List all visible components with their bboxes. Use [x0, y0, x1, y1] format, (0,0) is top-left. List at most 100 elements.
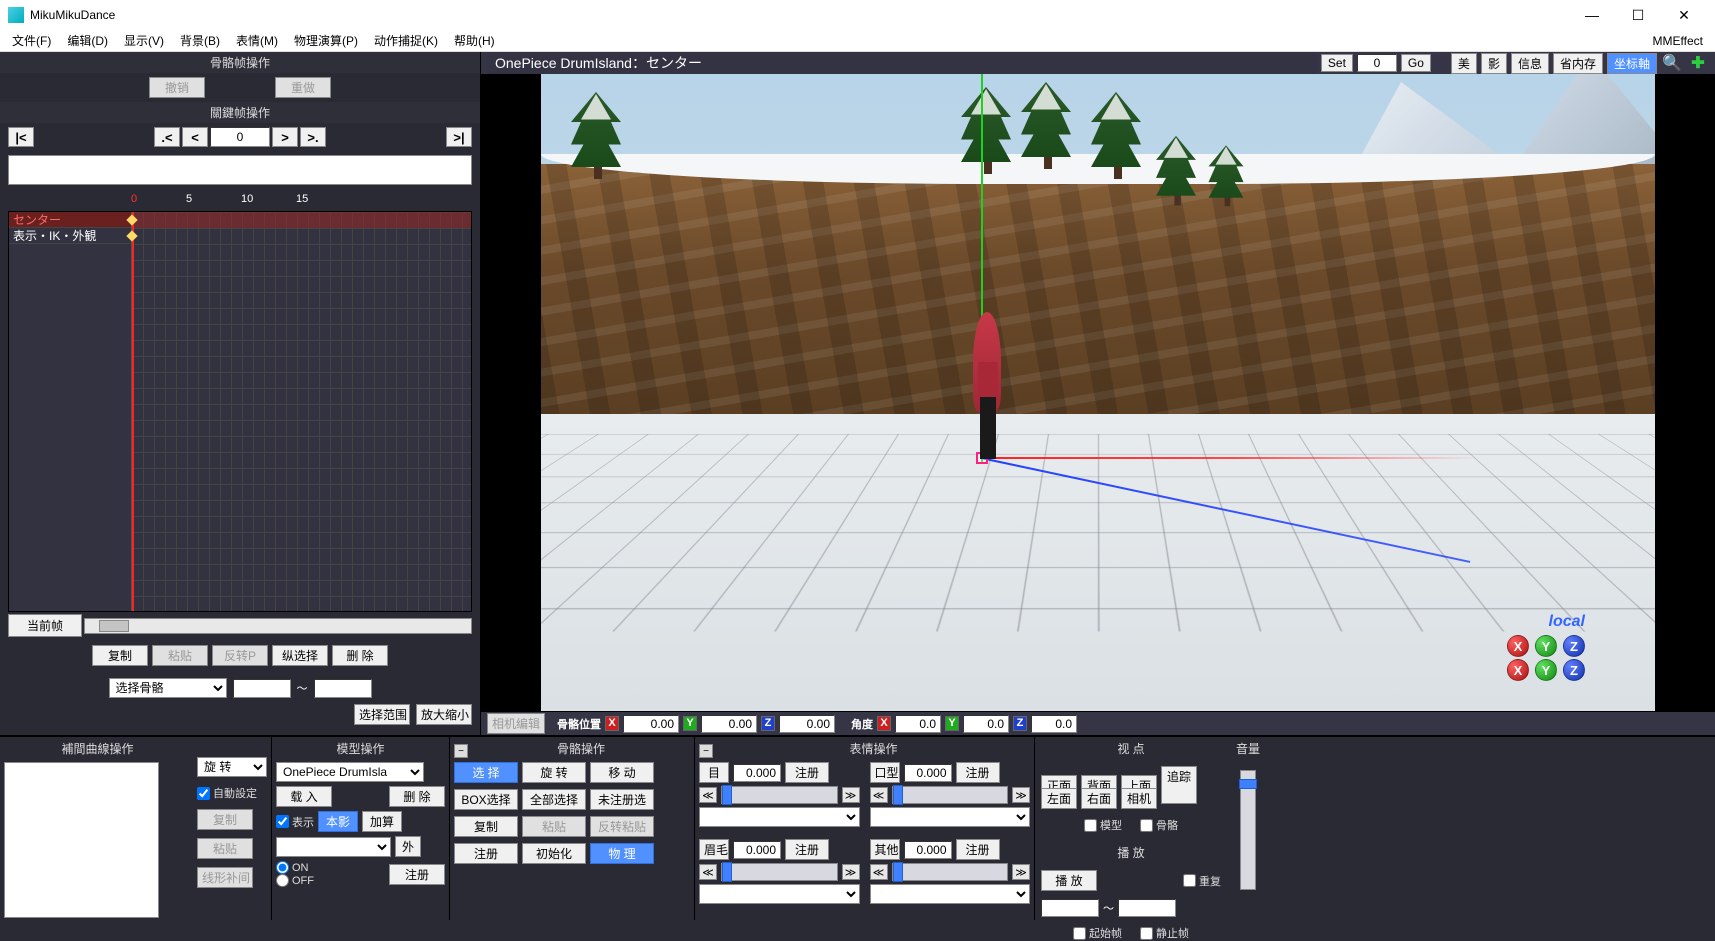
menu-expression[interactable]: 表情(M) [228, 30, 286, 51]
menu-edit[interactable]: 编辑(D) [59, 30, 116, 51]
curve-linear-button[interactable]: 线形补间 [197, 867, 253, 888]
pos-y-field[interactable]: 0.00 [701, 715, 757, 733]
menu-file[interactable]: 文件(F) [4, 30, 59, 51]
view-bone-checkbox[interactable]: 骨骼 [1140, 817, 1178, 833]
menu-display[interactable]: 显示(V) [116, 30, 172, 51]
expr-other-value[interactable]: 0.000 [904, 841, 952, 859]
bone-register-button[interactable]: 注册 [454, 843, 518, 864]
frame-colselect-button[interactable]: 纵选择 [272, 645, 328, 666]
curve-axis-dropdown[interactable]: 旋 转 [197, 757, 267, 777]
range-to-input[interactable] [314, 679, 372, 698]
curve-copy-button[interactable]: 复制 [197, 809, 253, 830]
zoom-button[interactable]: 放大缩小 [416, 704, 472, 725]
magnifier-icon[interactable]: 🔍 [1661, 53, 1683, 73]
expr-eye-button[interactable]: 目 [699, 762, 729, 783]
bone-move-button[interactable]: 移 动 [590, 762, 654, 783]
view-camera-button[interactable]: 相机 [1121, 788, 1157, 809]
view-right-button[interactable]: 右面 [1081, 788, 1117, 809]
redo-button[interactable]: 重做 [275, 77, 331, 98]
info-button[interactable]: 信息 [1511, 53, 1549, 74]
model-delete-button[interactable]: 删 除 [389, 786, 445, 807]
expr-other-slider[interactable] [892, 863, 1009, 881]
expr-mouth-slider[interactable] [892, 786, 1009, 804]
set-value[interactable]: 0 [1357, 54, 1397, 72]
play-button[interactable]: 播 放 [1041, 870, 1097, 891]
expr-brow-dropdown[interactable] [699, 884, 860, 904]
frame-copy-button[interactable]: 复制 [92, 645, 148, 666]
frame-input[interactable] [210, 127, 270, 147]
model-register-button[interactable]: 注册 [389, 864, 445, 885]
bone-box-button[interactable]: BOX选择 [454, 789, 518, 810]
model-show-checkbox[interactable]: 表示 [276, 814, 314, 830]
set-button[interactable]: Set [1321, 54, 1353, 72]
play-to-input[interactable] [1118, 899, 1176, 917]
menu-help[interactable]: 帮助(H) [446, 30, 503, 51]
slider-next-icon[interactable]: ≫ [842, 787, 860, 803]
collapse-icon[interactable]: − [699, 744, 713, 758]
expr-brow-value[interactable]: 0.000 [733, 841, 781, 859]
axis-move-z[interactable]: Z [1563, 659, 1585, 681]
axis-rot-y[interactable]: Y [1535, 635, 1557, 657]
expr-brow-slider[interactable] [721, 863, 838, 881]
frame-delete-button[interactable]: 删 除 [332, 645, 388, 666]
character-model[interactable] [968, 312, 1008, 462]
plus-icon[interactable]: ✚ [1687, 53, 1709, 73]
bone-physics-button[interactable]: 物 理 [590, 843, 654, 864]
axis-move-y[interactable]: Y [1535, 659, 1557, 681]
expr-mouth-dropdown[interactable] [870, 807, 1031, 827]
expr-other-button[interactable]: 其他 [870, 839, 900, 860]
frame-paste-button[interactable]: 粘贴 [152, 645, 208, 666]
frame-next-button[interactable]: > [272, 127, 298, 147]
frame-last-button[interactable]: >| [446, 127, 472, 147]
frame-next-key-button[interactable]: >. [300, 127, 326, 147]
expr-mouth-value[interactable]: 0.000 [904, 764, 952, 782]
frame-first-button[interactable]: |< [8, 127, 34, 147]
bone-init-button[interactable]: 初始化 [522, 843, 586, 864]
expr-brow-register[interactable]: 注册 [785, 839, 829, 860]
model-off-radio[interactable]: OFF [276, 874, 314, 887]
expr-eye-register[interactable]: 注册 [785, 762, 829, 783]
play-from-checkbox[interactable]: 起始帧 [1073, 925, 1122, 941]
ang-z-field[interactable]: 0.0 [1031, 715, 1077, 733]
axis-rot-x[interactable]: X [1507, 635, 1529, 657]
bone-unreg-button[interactable]: 未注册选 [590, 789, 654, 810]
model-outer-button[interactable]: 外 [395, 836, 421, 857]
expr-mouth-button[interactable]: 口型 [870, 762, 900, 783]
model-sub-dropdown[interactable] [276, 837, 391, 857]
bone-select-button[interactable]: 选 择 [454, 762, 518, 783]
viewport[interactable]: OnePiece DrumIsland：センター Set 0 Go 美 影 信息… [481, 52, 1715, 735]
close-button[interactable]: ✕ [1661, 0, 1707, 30]
ang-x-field[interactable]: 0.0 [895, 715, 941, 733]
curve-paste-button[interactable]: 粘贴 [197, 838, 253, 859]
track-row[interactable]: 表示・IK・外観 [9, 228, 131, 244]
maximize-button[interactable]: ☐ [1615, 0, 1661, 30]
menu-mmeffect[interactable]: MMEffect [1645, 32, 1711, 50]
bone-copy-button[interactable]: 复制 [454, 816, 518, 837]
view-model-checkbox[interactable]: 模型 [1084, 817, 1122, 833]
select-range-button[interactable]: 选择范围 [354, 704, 410, 725]
bone-paste-button[interactable]: 粘贴 [522, 816, 586, 837]
render-view[interactable]: local X Y Z X Y Z [541, 74, 1655, 711]
frame-prev-button[interactable]: < [182, 127, 208, 147]
auto-set-checkbox[interactable]: 自動設定 [197, 785, 267, 801]
axes-button[interactable]: 坐标軸 [1607, 53, 1657, 74]
timeline-scrollbar[interactable] [84, 618, 472, 634]
ang-y-field[interactable]: 0.0 [963, 715, 1009, 733]
savemem-button[interactable]: 省内存 [1553, 53, 1603, 74]
model-on-radio[interactable]: ON [276, 861, 314, 874]
axis-move-x[interactable]: X [1507, 659, 1529, 681]
camera-edit-button[interactable]: 相机编辑 [487, 713, 545, 734]
model-load-button[interactable]: 载 入 [276, 786, 332, 807]
select-bone-dropdown[interactable]: 选择骨骼 [109, 678, 227, 698]
bone-rotate-button[interactable]: 旋 转 [522, 762, 586, 783]
play-to-checkbox[interactable]: 静止帧 [1140, 925, 1189, 941]
expr-eye-dropdown[interactable] [699, 807, 860, 827]
bone-revpaste-button[interactable]: 反转粘贴 [590, 816, 654, 837]
expr-mouth-register[interactable]: 注册 [956, 762, 1000, 783]
menu-mocap[interactable]: 动作捕捉(K) [366, 30, 446, 51]
timeline-grid[interactable]: センター 表示・IK・外観 [8, 211, 472, 612]
curve-canvas[interactable] [4, 762, 159, 918]
menu-background[interactable]: 背景(B) [172, 30, 228, 51]
bone-all-button[interactable]: 全部选择 [522, 789, 586, 810]
frame-prev-key-button[interactable]: .< [154, 127, 180, 147]
